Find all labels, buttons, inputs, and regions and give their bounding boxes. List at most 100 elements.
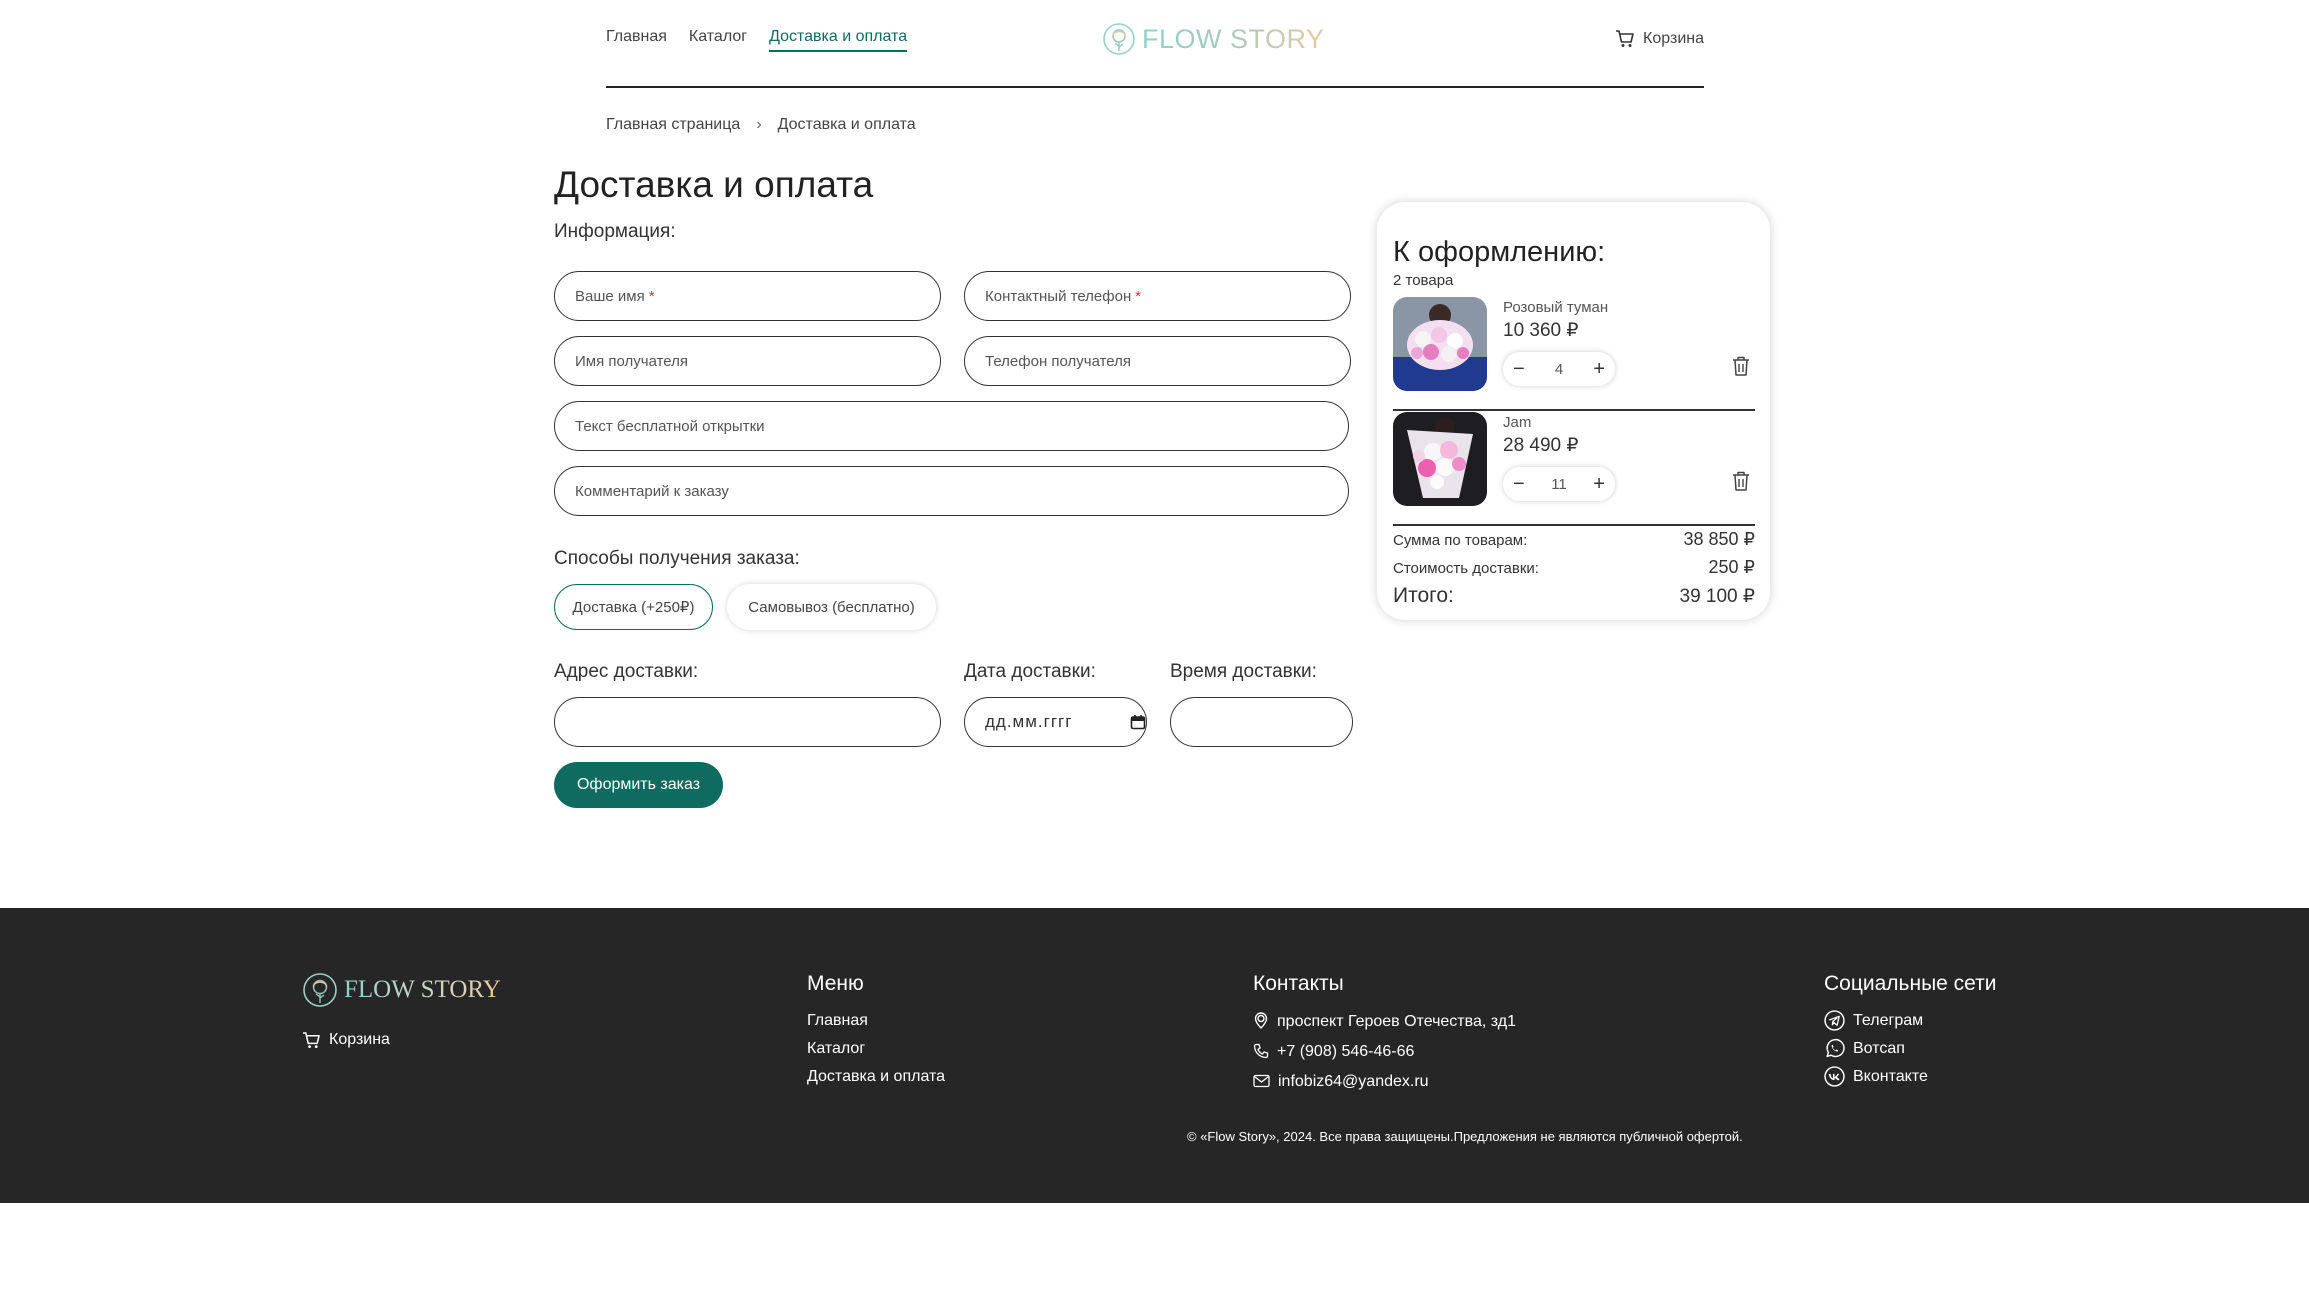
footer-logo[interactable]: FLOW STORY: [302, 972, 501, 1008]
date-value: дд.мм.гггг: [985, 712, 1073, 731]
footer-menu-link[interactable]: Главная: [807, 1006, 945, 1034]
submit-order-button[interactable]: Оформить заказ: [554, 762, 723, 808]
trash-icon[interactable]: [1731, 470, 1751, 492]
required-mark: *: [648, 287, 655, 305]
footer-social-title: Социальные сети: [1824, 972, 1997, 995]
footer-logo-text: FLOW STORY: [344, 976, 501, 1003]
footer-social-label: Вотсап: [1853, 1039, 1905, 1057]
required-mark: *: [1135, 287, 1142, 305]
footer-menu: Меню Главная Каталог Доставка и оплата: [807, 972, 945, 1090]
product-price: 10 360 ₽: [1503, 320, 1579, 341]
increase-button[interactable]: +: [1593, 358, 1605, 381]
cart-item: Розовый туман 10 360 ₽ − 4 +: [1393, 297, 1755, 411]
delivery-cost-label: Стоимость доставки:: [1393, 560, 1539, 577]
footer-social-telegram[interactable]: Телеграм: [1824, 1006, 1997, 1034]
delivery-cost-row: Стоимость доставки: 250 ₽: [1393, 557, 1755, 578]
footer-menu-link[interactable]: Доставка и оплата: [807, 1062, 945, 1090]
product-price: 28 490 ₽: [1503, 435, 1579, 456]
delivery-option-courier[interactable]: Доставка (+250₽): [554, 584, 713, 630]
increase-button[interactable]: +: [1593, 473, 1605, 496]
delivery-cost-value: 250 ₽: [1708, 557, 1756, 577]
time-label: Время доставки:: [1170, 661, 1317, 682]
order-summary-card: К оформлению: 2 товара Розовый туман 10 …: [1377, 202, 1770, 620]
recipient-name-input[interactable]: Имя получателя: [554, 336, 941, 386]
footer-cart-label: Корзина: [329, 1031, 390, 1048]
breadcrumb-home[interactable]: Главная страница: [606, 116, 740, 134]
page-title: Доставка и оплата: [554, 164, 874, 205]
quantity-value[interactable]: 4: [1555, 361, 1563, 378]
date-input[interactable]: дд.мм.гггг: [964, 697, 1147, 747]
header-cart-label: Корзина: [1643, 30, 1704, 47]
name-input[interactable]: Ваше имя *: [554, 271, 941, 321]
product-name: Розовый туман: [1503, 299, 1609, 316]
vk-icon: [1824, 1065, 1845, 1087]
card-text-input[interactable]: Текст бесплатной открытки: [554, 401, 1349, 451]
footer-contacts: Контакты проспект Героев Отечества, зд1 …: [1253, 972, 1516, 1096]
date-label: Дата доставки:: [964, 661, 1096, 682]
summary-title: К оформлению:: [1393, 236, 1606, 268]
telegram-icon: [1824, 1009, 1845, 1031]
footer-social-vk[interactable]: Вконтакте: [1824, 1062, 1997, 1090]
quantity-stepper: − 4 +: [1503, 352, 1615, 386]
site-logo[interactable]: FLOW STORY: [1102, 22, 1325, 56]
product-image[interactable]: [1393, 412, 1487, 506]
footer-contacts-title: Контакты: [1253, 972, 1344, 995]
address-label: Адрес доставки:: [554, 661, 699, 682]
breadcrumb-separator: ›: [756, 116, 762, 133]
footer-menu-title: Меню: [807, 972, 864, 995]
quantity-stepper: − 11 +: [1503, 467, 1615, 501]
whatsapp-icon: [1826, 1038, 1845, 1057]
site-footer: FLOW STORY Корзина Меню Главная Каталог …: [0, 908, 2309, 1203]
cart-item: Jam 28 490 ₽ − 11 +: [1393, 412, 1755, 526]
calendar-icon[interactable]: [1130, 714, 1146, 730]
cart-icon: [303, 1031, 320, 1048]
mail-icon: [1253, 1074, 1270, 1088]
flower-logo-icon: [303, 973, 337, 1007]
footer-address-text: проспект Героев Отечества, зд1: [1277, 1012, 1516, 1030]
delivery-methods-label: Способы получения заказа:: [554, 548, 800, 569]
nav-link-delivery[interactable]: Доставка и оплата: [769, 28, 908, 52]
header-cart-link[interactable]: Корзина: [1615, 30, 1704, 48]
phone-icon: [1253, 1043, 1269, 1059]
comment-placeholder: Комментарий к заказу: [575, 482, 729, 500]
main-nav: Главная Каталог Доставка и оплата: [606, 28, 908, 52]
decrease-button[interactable]: −: [1513, 473, 1525, 496]
footer-phone-text: +7 (908) 546-46-66: [1277, 1042, 1415, 1060]
nav-link-catalog[interactable]: Каталог: [689, 28, 747, 52]
breadcrumb: Главная страница › Доставка и оплата: [606, 116, 916, 134]
total-label: Итого:: [1393, 584, 1454, 607]
trash-icon[interactable]: [1731, 355, 1751, 377]
recipient-phone-placeholder: Телефон получателя: [985, 352, 1132, 370]
comment-input[interactable]: Комментарий к заказу: [554, 466, 1349, 516]
footer-email-text: infobiz64@yandex.ru: [1278, 1072, 1429, 1090]
card-text-placeholder: Текст бесплатной открытки: [575, 417, 765, 435]
nav-link-home[interactable]: Главная: [606, 28, 667, 52]
decrease-button[interactable]: −: [1513, 358, 1525, 381]
delivery-option-pickup[interactable]: Самовывоз (бесплатно): [727, 584, 936, 630]
phone-placeholder: Контактный телефон: [985, 287, 1132, 305]
phone-input[interactable]: Контактный телефон *: [964, 271, 1351, 321]
product-name: Jam: [1503, 414, 1532, 431]
footer-email[interactable]: infobiz64@yandex.ru: [1253, 1066, 1516, 1096]
footer-social-whatsapp[interactable]: Вотсап: [1824, 1034, 1997, 1062]
summary-count: 2 товара: [1393, 272, 1454, 289]
footer-address: проспект Героев Отечества, зд1: [1253, 1006, 1516, 1036]
info-section-label: Информация:: [554, 221, 676, 242]
name-placeholder: Ваше имя: [575, 287, 645, 305]
copyright-text: © «Flow Story», 2024. Все права защищены…: [1187, 1129, 1743, 1144]
footer-cart-link[interactable]: Корзина: [302, 1031, 390, 1049]
address-input[interactable]: [554, 697, 941, 747]
footer-phone[interactable]: +7 (908) 546-46-66: [1253, 1036, 1516, 1066]
footer-menu-link[interactable]: Каталог: [807, 1034, 945, 1062]
flower-logo-icon: [1103, 23, 1135, 55]
footer-social: Социальные сети Телеграм Вотсап Вконтакт…: [1824, 972, 1997, 1090]
total-value: 39 100 ₽: [1679, 586, 1755, 607]
recipient-phone-input[interactable]: Телефон получателя: [964, 336, 1351, 386]
location-icon: [1254, 1012, 1268, 1029]
time-input[interactable]: [1170, 697, 1353, 747]
logo-text: FLOW STORY: [1142, 23, 1325, 54]
footer-social-label: Вконтакте: [1853, 1067, 1928, 1085]
product-image[interactable]: [1393, 297, 1487, 391]
total-row: Итого: 39 100 ₽: [1393, 584, 1755, 608]
quantity-value[interactable]: 11: [1551, 476, 1567, 493]
